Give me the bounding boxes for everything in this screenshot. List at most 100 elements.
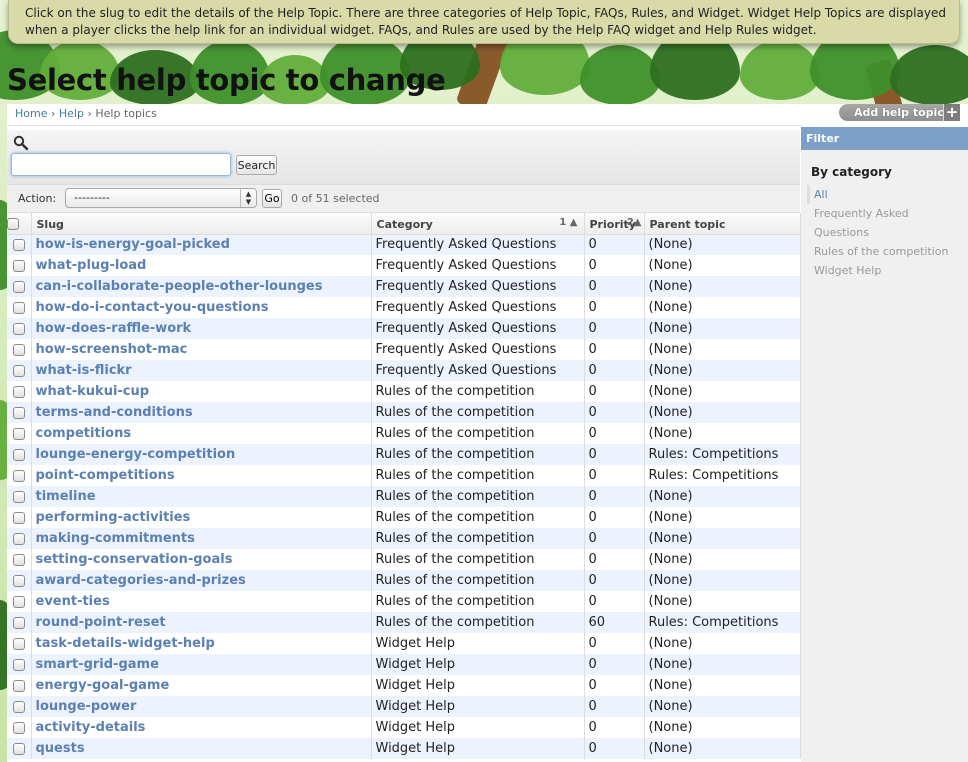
- add-help-topic-button[interactable]: Add help topic: [839, 104, 960, 121]
- breadcrumb-separator: ›: [87, 107, 92, 120]
- row-checkbox-cell: [7, 360, 32, 381]
- parent-topic-cell: (None): [644, 360, 801, 381]
- parent-topic-cell: (None): [644, 696, 801, 717]
- row-checkbox[interactable]: [12, 322, 25, 335]
- table-row: award-categories-and-prizes Rules of the …: [7, 570, 801, 591]
- row-checkbox[interactable]: [12, 343, 25, 356]
- row-checkbox[interactable]: [12, 574, 25, 587]
- row-checkbox[interactable]: [12, 406, 25, 419]
- row-checkbox-cell: [7, 339, 32, 360]
- slug-cell: what-kukui-cup: [31, 381, 372, 402]
- row-checkbox[interactable]: [12, 301, 25, 314]
- table-row: making-commitments Rules of the competiti…: [7, 528, 801, 549]
- slug-link[interactable]: smart-grid-game: [36, 657, 159, 672]
- slug-link[interactable]: what-is-flickr: [36, 363, 132, 378]
- row-checkbox[interactable]: [12, 364, 25, 377]
- table-row: how-is-energy-goal-picked Frequently Aske…: [7, 234, 801, 255]
- table-row: what-kukui-cup Rules of the competition 0(…: [7, 381, 801, 402]
- slug-link[interactable]: event-ties: [36, 594, 110, 609]
- table-row: performing-activities Rules of the compet…: [7, 507, 801, 528]
- row-checkbox[interactable]: [12, 238, 25, 251]
- slug-cell: how-screenshot-mac: [31, 339, 372, 360]
- parent-topic-cell: (None): [644, 486, 801, 507]
- slug-link[interactable]: what-kukui-cup: [36, 384, 150, 399]
- row-checkbox[interactable]: [12, 511, 25, 524]
- breadcrumb-home[interactable]: Home: [15, 107, 47, 120]
- plus-icon[interactable]: +: [943, 104, 960, 121]
- row-checkbox[interactable]: [12, 448, 25, 461]
- slug-link[interactable]: how-does-raffle-work: [36, 321, 192, 336]
- row-checkbox[interactable]: [12, 385, 25, 398]
- row-checkbox[interactable]: [12, 553, 25, 566]
- column-header-parent-topic[interactable]: Parent topic: [644, 213, 801, 235]
- slug-link[interactable]: task-details-widget-help: [36, 636, 215, 651]
- row-checkbox[interactable]: [12, 469, 25, 482]
- row-checkbox-cell: [7, 675, 32, 696]
- slug-link[interactable]: making-commitments: [36, 531, 195, 546]
- action-select[interactable]: --------- ▲ ▼: [65, 188, 257, 208]
- slug-link[interactable]: timeline: [36, 489, 96, 504]
- column-header-priority[interactable]: Priority 2▲: [584, 213, 645, 235]
- slug-link[interactable]: how-screenshot-mac: [36, 342, 188, 357]
- parent-topic-cell: (None): [644, 738, 801, 759]
- filter-item-link[interactable]: All: [814, 188, 828, 201]
- slug-link[interactable]: terms-and-conditions: [36, 405, 193, 420]
- search-button[interactable]: Search: [236, 155, 277, 175]
- breadcrumb-help[interactable]: Help: [59, 107, 84, 120]
- filter-item-link[interactable]: Frequently Asked Questions: [814, 207, 909, 239]
- slug-link[interactable]: what-plug-load: [36, 258, 147, 273]
- table-row: can-i-collaborate-people-other-lounges Fr…: [7, 276, 801, 297]
- sort-ascending-icon[interactable]: 2▲: [627, 217, 642, 228]
- action-label: Action:: [18, 192, 57, 205]
- row-checkbox[interactable]: [12, 490, 25, 503]
- slug-cell: award-categories-and-prizes: [31, 570, 372, 591]
- slug-link[interactable]: round-point-reset: [36, 615, 166, 630]
- go-button[interactable]: Go: [262, 189, 282, 208]
- row-checkbox[interactable]: [12, 280, 25, 293]
- row-checkbox[interactable]: [12, 742, 25, 755]
- row-checkbox-cell: [7, 549, 32, 570]
- filter-heading: By category: [811, 165, 892, 179]
- filter-item-link[interactable]: Widget Help: [814, 264, 881, 277]
- category-cell: Rules of the competition: [371, 570, 585, 591]
- slug-link[interactable]: quests: [36, 741, 85, 756]
- slug-link[interactable]: can-i-collaborate-people-other-lounges: [36, 279, 323, 294]
- slug-link[interactable]: competitions: [36, 426, 132, 441]
- row-checkbox[interactable]: [12, 658, 25, 671]
- slug-link[interactable]: lounge-power: [36, 699, 137, 714]
- parent-topic-cell: (None): [644, 381, 801, 402]
- slug-link[interactable]: point-competitions: [36, 468, 175, 483]
- priority-cell: 0: [584, 276, 645, 297]
- slug-link[interactable]: how-do-i-contact-you-questions: [36, 300, 269, 315]
- slug-link[interactable]: award-categories-and-prizes: [36, 573, 246, 588]
- search-input[interactable]: [11, 153, 231, 176]
- row-checkbox[interactable]: [12, 532, 25, 545]
- row-checkbox[interactable]: [12, 721, 25, 734]
- slug-link[interactable]: how-is-energy-goal-picked: [36, 237, 230, 252]
- row-checkbox[interactable]: [12, 637, 25, 650]
- category-cell: Frequently Asked Questions: [371, 234, 585, 255]
- row-checkbox[interactable]: [12, 616, 25, 629]
- category-cell: Rules of the competition: [371, 486, 585, 507]
- row-checkbox[interactable]: [12, 427, 25, 440]
- row-checkbox-cell: [7, 486, 32, 507]
- row-checkbox-cell: [7, 255, 32, 276]
- slug-link[interactable]: energy-goal-game: [36, 678, 170, 693]
- slug-link[interactable]: lounge-energy-competition: [36, 447, 236, 462]
- table-row: setting-conservation-goals Rules of the c…: [7, 549, 801, 570]
- row-checkbox[interactable]: [12, 595, 25, 608]
- slug-link[interactable]: activity-details: [36, 720, 146, 735]
- category-cell: Rules of the competition: [371, 591, 585, 612]
- category-cell: Widget Help: [371, 633, 585, 654]
- filter-item-link[interactable]: Rules of the competition: [814, 245, 949, 258]
- select-all-checkbox[interactable]: [7, 217, 19, 230]
- column-header-slug[interactable]: Slug: [31, 213, 372, 235]
- slug-link[interactable]: performing-activities: [36, 510, 191, 525]
- priority-cell: 0: [584, 360, 645, 381]
- row-checkbox[interactable]: [12, 700, 25, 713]
- sort-ascending-icon[interactable]: 1 ▲: [559, 217, 577, 228]
- column-header-category[interactable]: Category 1 ▲: [371, 213, 585, 235]
- row-checkbox[interactable]: [12, 679, 25, 692]
- row-checkbox[interactable]: [12, 259, 25, 272]
- slug-link[interactable]: setting-conservation-goals: [36, 552, 233, 567]
